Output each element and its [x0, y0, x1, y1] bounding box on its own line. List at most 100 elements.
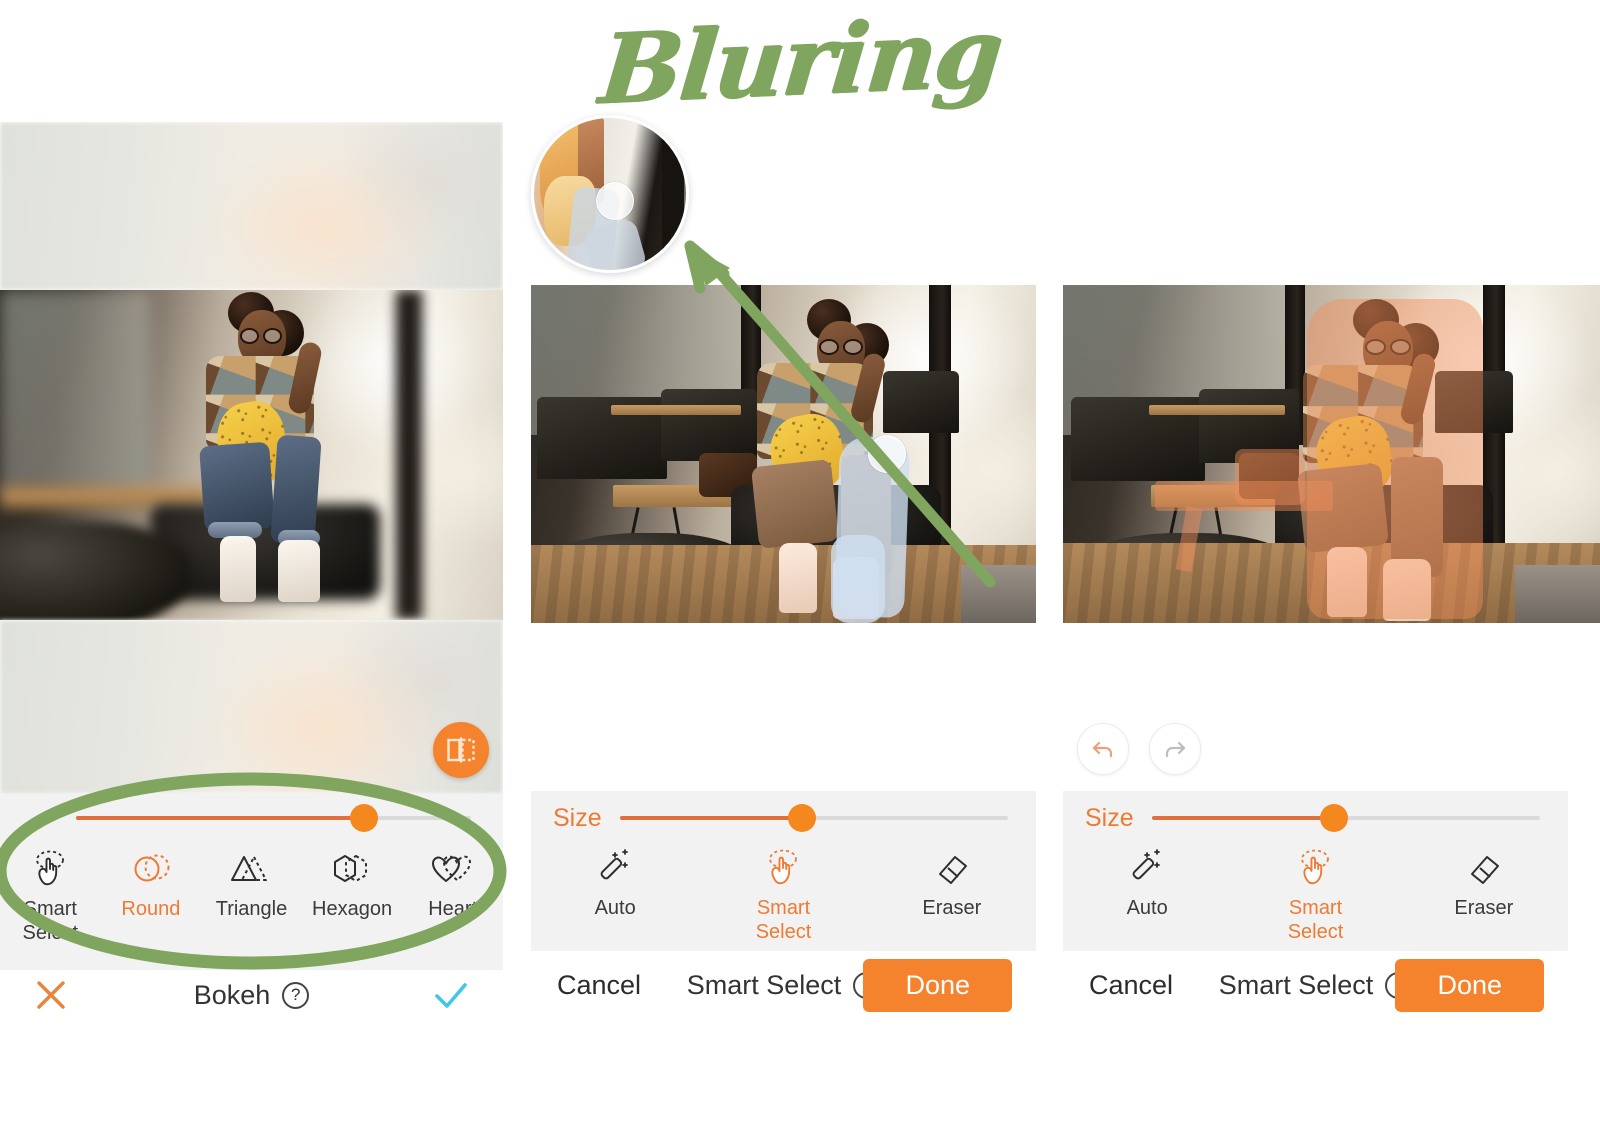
size-slider-label: Size	[1085, 803, 1134, 832]
sunglasses	[240, 328, 282, 344]
undo-arrow-icon	[1092, 741, 1113, 758]
two-circles-icon	[129, 846, 173, 892]
mode-title-area: Smart Select ?	[1215, 970, 1417, 1001]
magic-wand-icon	[594, 845, 636, 891]
slider-knob[interactable]	[788, 804, 817, 832]
two-triangles-icon	[228, 846, 274, 892]
slider-fill	[76, 816, 365, 820]
jeans-thigh	[199, 441, 275, 533]
shape-option-heart[interactable]: Heart	[402, 846, 503, 922]
tool-eraser[interactable]: Eraser	[1400, 845, 1568, 921]
close-x-icon[interactable]	[34, 978, 68, 1012]
undo-button[interactable]	[1077, 723, 1129, 775]
done-button[interactable]: Done	[1395, 959, 1544, 1012]
tool-label: Eraser	[922, 897, 982, 919]
hand-tap-icon	[28, 846, 72, 892]
panel-smart-select-result: Size Auto Smart Select Eraser Cancel Sma…	[1063, 285, 1600, 1020]
selection-mask-foot	[831, 535, 885, 623]
history-controls	[1077, 723, 1201, 775]
cancel-area	[0, 978, 151, 1012]
done-area: Done	[863, 959, 1037, 1012]
compare-button[interactable]	[433, 722, 489, 778]
shape-label: Heart	[428, 898, 478, 920]
size-slider-row: Size	[1063, 791, 1568, 845]
photo-preview-bokeh[interactable]	[0, 290, 503, 620]
shape-label: Triangle	[215, 898, 288, 920]
tool-smart-select[interactable]: Smart Select	[699, 845, 867, 944]
smart-select-tools-card: Size Auto Smart Select Eraser	[531, 791, 1036, 951]
sunglasses	[819, 339, 863, 355]
size-slider[interactable]	[1151, 804, 1540, 832]
selection-region-subject	[1307, 299, 1483, 619]
size-slider-row: Size	[531, 791, 1036, 845]
confirm-area	[352, 979, 503, 1011]
tool-auto[interactable]: Auto	[1063, 845, 1231, 921]
size-slider-label: Size	[553, 803, 602, 832]
tool-eraser[interactable]: Eraser	[868, 845, 1036, 921]
slider-knob[interactable]	[1320, 804, 1349, 832]
cafe-table-top	[611, 405, 741, 415]
bokeh-slider-row	[0, 794, 503, 842]
tool-label: Auto	[594, 897, 636, 919]
smart-select-tools-card: Size Auto Smart Select Eraser	[1063, 791, 1568, 951]
selection-region-leg	[1175, 506, 1203, 572]
boot-left	[220, 536, 256, 602]
cancel-area: Cancel	[531, 970, 683, 1001]
tool-smart-select[interactable]: Smart Select	[1231, 845, 1399, 944]
boot-left	[779, 543, 817, 613]
magic-wand-icon	[1126, 845, 1168, 891]
panel-smart-select-edit: Size Auto Smart Select Eraser Cancel Sma…	[531, 285, 1036, 1020]
redo-button[interactable]	[1149, 723, 1201, 775]
shape-option-hexagon[interactable]: Hexagon	[302, 846, 403, 922]
two-hearts-icon	[430, 846, 476, 892]
photo-preview-smart-select[interactable]	[531, 285, 1036, 623]
shape-label: Smart Select	[22, 898, 79, 944]
shape-option-round[interactable]: Round	[101, 846, 202, 922]
panel-bokeh-shape: Smart Select Round Triangle Hexagon Hear…	[0, 122, 503, 1020]
mode-title: Smart Select	[686, 970, 842, 1000]
slider-knob[interactable]	[350, 804, 379, 832]
photo-preview-selection-result[interactable]	[1063, 285, 1600, 623]
hand-tap-icon	[761, 845, 805, 891]
smart-select-tool-list: Auto Smart Select Eraser	[1063, 845, 1568, 944]
question-mark-icon[interactable]: ?	[282, 981, 310, 1009]
compare-split-icon	[447, 737, 475, 763]
cancel-button[interactable]: Cancel	[1089, 970, 1173, 1001]
jeans-shin	[270, 434, 322, 546]
bokeh-bottom-bar: Bokeh ?	[0, 970, 503, 1020]
shape-label: Round	[121, 898, 181, 920]
shape-option-smart-select[interactable]: Smart Select	[0, 846, 101, 945]
cafe-beanbag	[0, 522, 190, 620]
done-area: Done	[1395, 959, 1569, 1012]
eraser-icon	[1463, 845, 1505, 891]
effect-title: Bokeh	[193, 979, 271, 1010]
redo-arrow-icon	[1165, 741, 1186, 758]
shape-label: Hexagon	[312, 898, 393, 920]
done-button[interactable]: Done	[863, 959, 1012, 1012]
bokeh-tools-card: Smart Select Round Triangle Hexagon Hear…	[0, 794, 503, 970]
tool-label: Eraser	[1454, 897, 1514, 919]
cancel-button[interactable]: Cancel	[557, 970, 641, 1001]
shape-option-triangle[interactable]: Triangle	[201, 846, 302, 922]
selection-region-bag	[1235, 449, 1305, 505]
magnifier-loupe	[531, 115, 689, 273]
bokeh-slider[interactable]	[76, 804, 471, 832]
boot-right	[278, 540, 320, 602]
blurred-preview-top	[0, 122, 503, 290]
tool-label: Auto	[1126, 897, 1168, 919]
cancel-area: Cancel	[1063, 970, 1215, 1001]
eraser-icon	[931, 845, 973, 891]
stone-planter	[961, 565, 1036, 623]
smart-select-bottom-bar: Cancel Smart Select ? Done	[531, 951, 1036, 1020]
checkmark-icon[interactable]	[433, 979, 469, 1011]
slider-fill	[1151, 816, 1335, 820]
blurred-preview-bottom	[0, 620, 503, 794]
size-slider[interactable]	[619, 804, 1008, 832]
magnifier-brush-cursor	[596, 182, 634, 220]
mode-title: Smart Select	[1218, 970, 1374, 1000]
brush-cursor[interactable]	[868, 435, 906, 473]
tool-auto[interactable]: Auto	[531, 845, 699, 921]
cafe-glass	[0, 290, 150, 490]
pants-thigh	[750, 459, 840, 549]
two-hexagons-icon	[329, 846, 375, 892]
